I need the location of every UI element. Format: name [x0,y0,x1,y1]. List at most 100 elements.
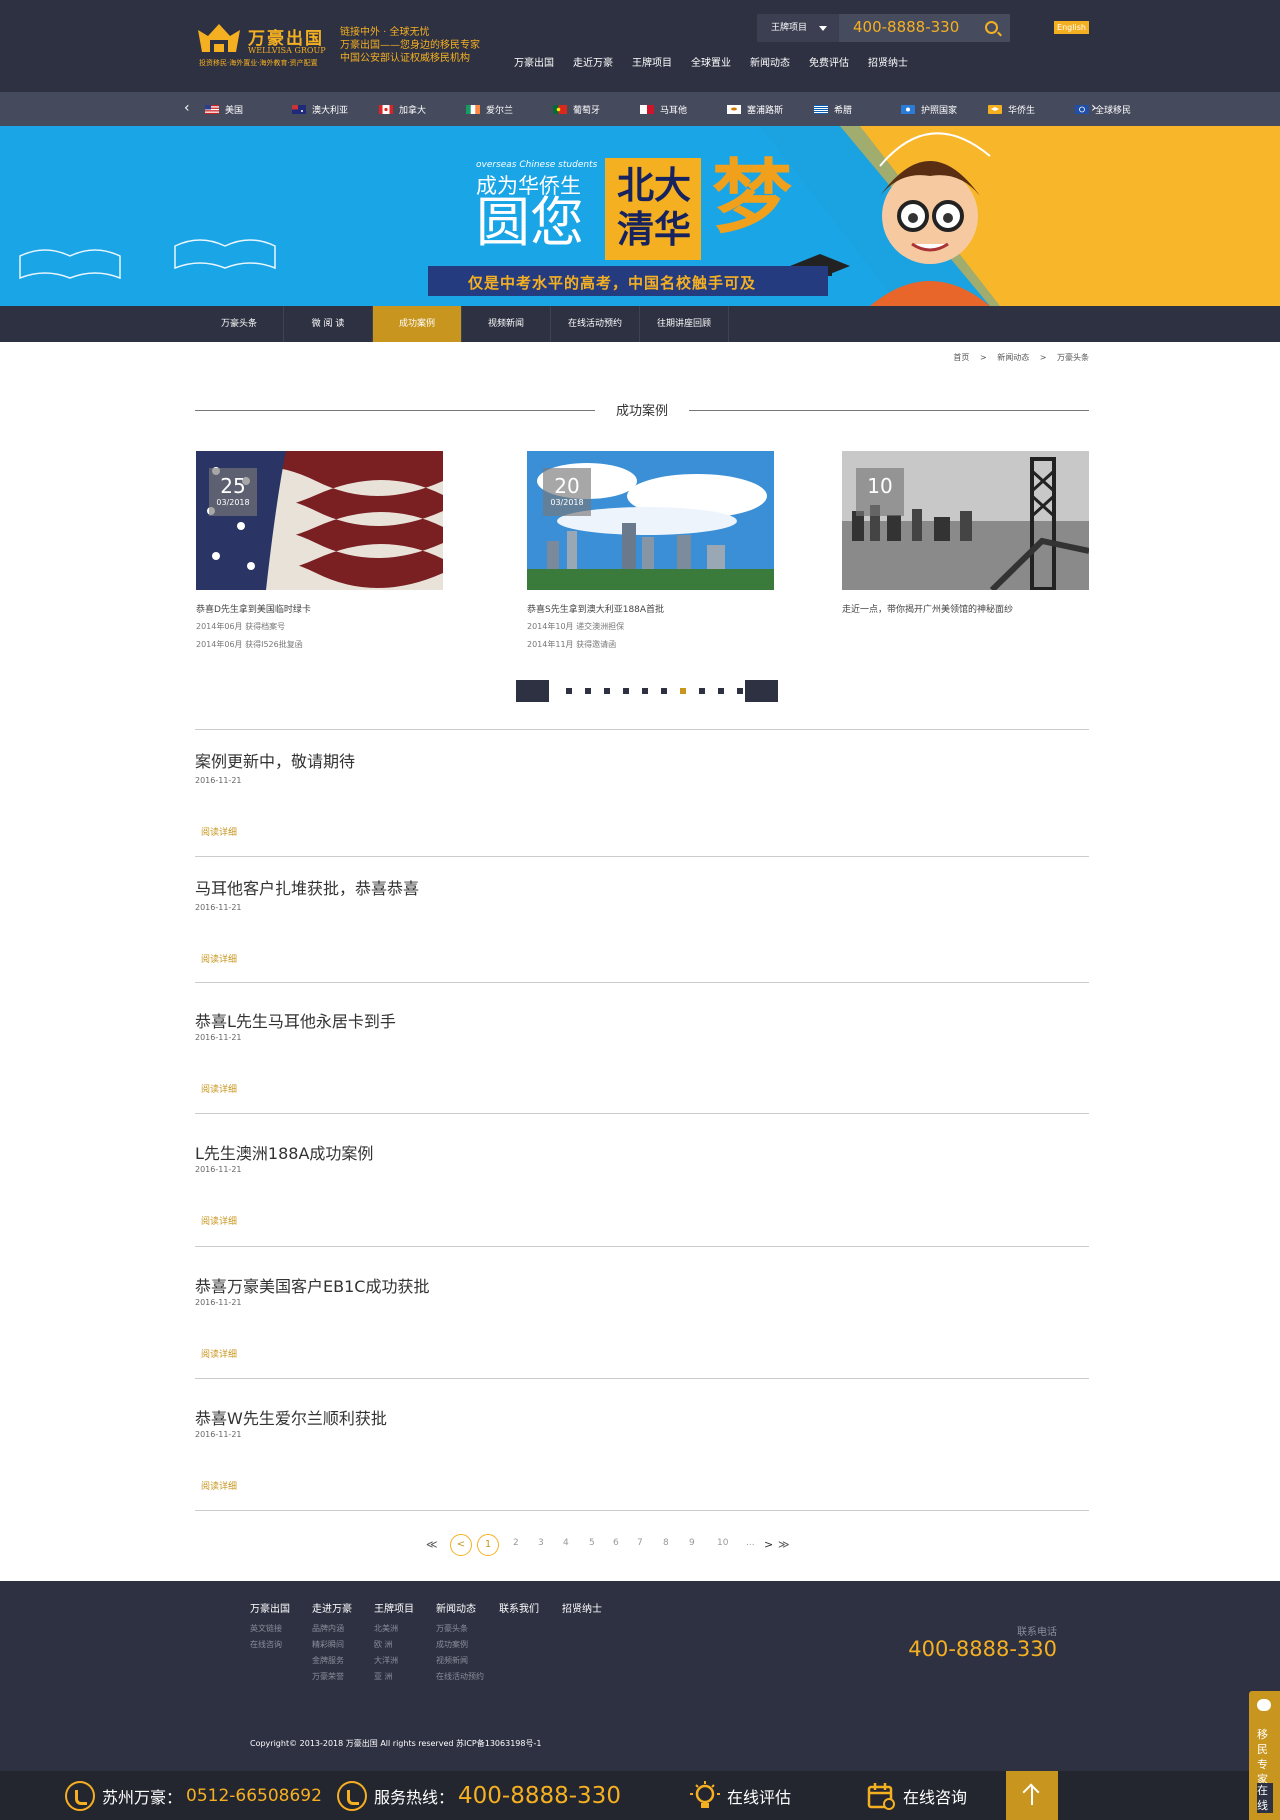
news-title[interactable]: 马耳他客户扎堆获批，恭喜恭喜 [195,875,419,899]
suzhou-phone[interactable]: 苏州万豪： 0512-66508692 [65,1771,322,1820]
tab-video-news[interactable]: 视频新闻 [462,306,551,342]
english-button[interactable]: English [1054,21,1089,34]
tab-micro-reading[interactable]: 微 阅 读 [284,306,373,342]
carousel-dot[interactable] [566,688,572,694]
page-number[interactable]: 8 [663,1538,669,1548]
news-title[interactable]: 恭喜W先生爱尔兰顺利获批 [195,1405,387,1429]
page-current[interactable]: 1 [477,1534,499,1556]
carousel-dot[interactable] [737,688,743,694]
tab-success-cases[interactable]: 成功案例 [373,306,462,342]
nav-item-about[interactable]: 走近万豪 [573,54,613,69]
carousel-dot-active[interactable] [680,688,686,694]
page-number[interactable]: 2 [513,1538,519,1548]
read-more-link[interactable]: 阅读详细 [201,1082,237,1095]
country-passport[interactable]: 护照国家 [901,92,988,126]
case-card-image[interactable]: 25 03/2018 [196,451,443,590]
country-au[interactable]: 澳大利亚 [292,92,379,126]
carousel-dot[interactable] [585,688,591,694]
footer-heading[interactable]: 联系我们 [499,1600,539,1615]
page-number[interactable]: 5 [589,1538,595,1548]
case-card-image[interactable]: 20 03/2018 [527,451,774,590]
breadcrumb-home[interactable]: 首页 [953,353,969,362]
online-consult-button[interactable]: 在线咨询 [866,1771,967,1820]
prev-page-button[interactable]: < [450,1534,472,1556]
country-pt[interactable]: 葡萄牙 [553,92,640,126]
news-title[interactable]: L先生澳洲188A成功案例 [195,1140,373,1164]
footer-link[interactable]: 欧 洲 [374,1637,414,1653]
footer-link[interactable]: 万豪头条 [436,1621,484,1637]
nav-item-assessment[interactable]: 免费评估 [809,54,849,69]
carousel-dot[interactable] [661,688,667,694]
search-input[interactable]: 400-8888-330 [853,18,959,36]
search-category-select[interactable]: 王牌项目 [757,14,839,42]
hero-banner[interactable]: overseas Chinese students 成为华侨生 圆您 北大清华 … [0,126,1280,306]
country-gr[interactable]: 希腊 [814,92,901,126]
carousel-next-button[interactable] [745,680,778,702]
footer-link[interactable]: 万豪荣誉 [312,1669,352,1685]
footer-heading[interactable]: 招贤纳士 [562,1600,602,1615]
page-number[interactable]: 4 [563,1538,569,1548]
carousel-dot[interactable] [623,688,629,694]
footer-link[interactable]: 在线活动预约 [436,1669,484,1685]
breadcrumb-news[interactable]: 新闻动态 [997,353,1029,362]
carousel-dot[interactable] [642,688,648,694]
country-ca[interactable]: 加拿大 [379,92,466,126]
country-global[interactable]: 全球移民 [1075,92,1162,126]
news-title[interactable]: 恭喜L先生马耳他永居卡到手 [195,1008,396,1032]
country-mt[interactable]: 马耳他 [640,92,727,126]
case-card-title[interactable]: 恭喜S先生拿到澳大利亚188A首批 [527,602,664,615]
list-item[interactable]: 恭喜L先生马耳他永居卡到手 2016-11-21 阅读详细 [195,982,1089,1113]
footer-link[interactable]: 大洋洲 [374,1653,414,1669]
footer-heading[interactable]: 走进万豪 [312,1600,352,1615]
nav-item-home[interactable]: 万豪出国 [514,54,554,69]
search-icon[interactable] [985,21,998,34]
read-more-link[interactable]: 阅读详细 [201,952,237,965]
first-page-button[interactable]: ≪ [426,1538,438,1551]
list-item[interactable]: 恭喜W先生爱尔兰顺利获批 2016-11-21 阅读详细 [195,1378,1089,1510]
country-us[interactable]: 美国 [205,92,292,126]
next-page-button[interactable]: > [764,1538,773,1551]
footer-heading[interactable]: 万豪出国 [250,1600,290,1615]
chevron-left-icon[interactable]: ‹ [184,100,190,116]
nav-item-property[interactable]: 全球置业 [691,54,731,69]
read-more-link[interactable]: 阅读详细 [201,825,237,838]
online-assessment-button[interactable]: 在线评估 [690,1771,791,1820]
carousel-dot[interactable] [718,688,724,694]
page-number[interactable]: 9 [689,1538,695,1548]
footer-link[interactable]: 亚 洲 [374,1669,414,1685]
side-consult-widget[interactable]: 移民专家 在线 [1249,1691,1280,1820]
page-number[interactable]: 6 [613,1538,619,1548]
case-card-title[interactable]: 走近一点，带你揭开广州美领馆的神秘面纱 [842,602,1013,615]
news-title[interactable]: 恭喜万豪美国客户EB1C成功获批 [195,1273,429,1297]
country-cy[interactable]: 塞浦路斯 [727,92,814,126]
list-item[interactable]: 恭喜万豪美国客户EB1C成功获批 2016-11-21 阅读详细 [195,1246,1089,1378]
footer-link[interactable]: 品牌内涵 [312,1621,352,1637]
footer-heading[interactable]: 王牌项目 [374,1600,414,1615]
nav-item-news[interactable]: 新闻动态 [750,54,790,69]
footer-link[interactable]: 英文链接 [250,1621,290,1637]
footer-link[interactable]: 北美洲 [374,1621,414,1637]
case-card-image[interactable]: 10 [842,451,1089,590]
nav-item-careers[interactable]: 招贤纳士 [868,54,908,69]
read-more-link[interactable]: 阅读详细 [201,1214,237,1227]
footer-link[interactable]: 在线咨询 [250,1637,290,1653]
country-ie[interactable]: 爱尔兰 [466,92,553,126]
last-page-button[interactable]: ≫ [778,1538,790,1551]
logo[interactable]: 万豪出国 WELLVISA GROUP 投资移民·海外置业·海外教育·资产配置 [196,20,336,70]
carousel-dot[interactable] [699,688,705,694]
country-student[interactable]: 华侨生 [988,92,1075,126]
page-number[interactable]: 10 [717,1538,728,1548]
footer-link[interactable]: 精彩瞬间 [312,1637,352,1653]
nav-item-projects[interactable]: 王牌项目 [632,54,672,69]
page-number[interactable]: 3 [538,1538,544,1548]
footer-link[interactable]: 视频新闻 [436,1653,484,1669]
read-more-link[interactable]: 阅读详细 [201,1347,237,1360]
read-more-link[interactable]: 阅读详细 [201,1479,237,1492]
tab-past-lectures[interactable]: 往期讲座回顾 [640,306,729,342]
hotline[interactable]: 服务热线： 400-8888-330 [337,1771,621,1820]
tab-headlines[interactable]: 万豪头条 [195,306,284,342]
chevron-right-icon[interactable]: › [1091,100,1097,116]
list-item[interactable]: 案例更新中，敬请期待 2016-11-21 阅读详细 [195,729,1089,856]
list-item[interactable]: L先生澳洲188A成功案例 2016-11-21 阅读详细 [195,1113,1089,1246]
footer-link[interactable]: 成功案例 [436,1637,484,1653]
